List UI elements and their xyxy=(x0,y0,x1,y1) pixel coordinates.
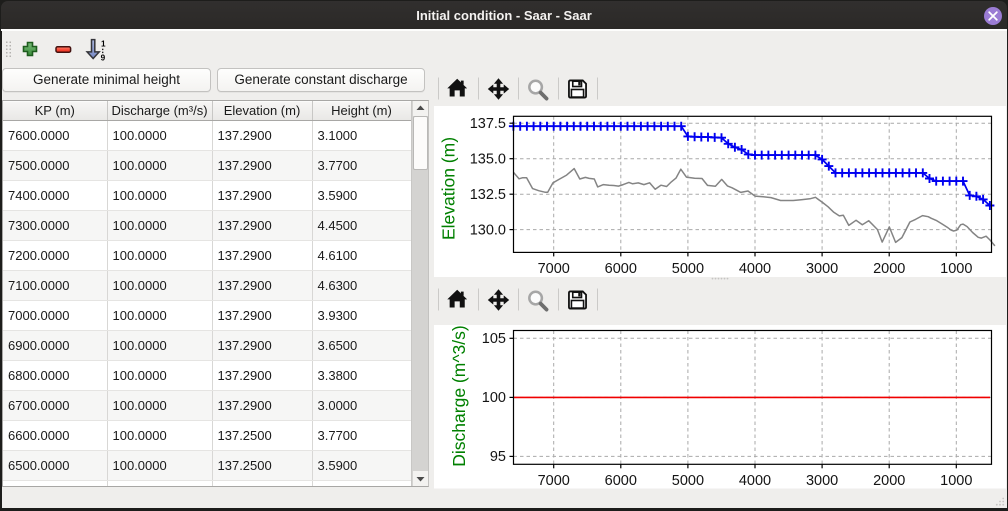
svg-text:135.0: 135.0 xyxy=(470,152,506,168)
svg-text:2000: 2000 xyxy=(873,261,905,277)
svg-text:7000: 7000 xyxy=(538,261,570,277)
svg-text:137.5: 137.5 xyxy=(470,116,506,132)
svg-text:1000: 1000 xyxy=(940,473,972,489)
svg-text:130.0: 130.0 xyxy=(470,222,506,238)
svg-text:105: 105 xyxy=(482,331,506,347)
svg-text:1: 1 xyxy=(101,39,106,48)
svg-text:95: 95 xyxy=(490,449,506,465)
svg-text:6000: 6000 xyxy=(605,473,637,489)
svg-text:5000: 5000 xyxy=(672,261,704,277)
svg-text:132.5: 132.5 xyxy=(470,187,506,203)
svg-text:Discharge (m^3/s): Discharge (m^3/s) xyxy=(449,325,469,466)
svg-text:6000: 6000 xyxy=(605,261,637,277)
svg-text:1000: 1000 xyxy=(940,261,972,277)
svg-text:5000: 5000 xyxy=(672,473,704,489)
svg-text:Elevation (m): Elevation (m) xyxy=(439,137,459,240)
svg-text:7000: 7000 xyxy=(538,473,570,489)
svg-text:4000: 4000 xyxy=(739,473,771,489)
svg-text:4000: 4000 xyxy=(739,261,771,277)
svg-text:100: 100 xyxy=(482,390,506,406)
svg-text:9: 9 xyxy=(101,53,106,62)
svg-text:2000: 2000 xyxy=(873,473,905,489)
svg-text:3000: 3000 xyxy=(806,261,838,277)
svg-text:3000: 3000 xyxy=(806,473,838,489)
